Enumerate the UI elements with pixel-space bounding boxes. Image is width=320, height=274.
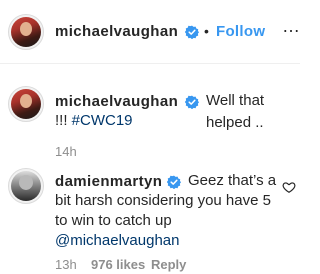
caption-timestamp[interactable]: 14h bbox=[55, 144, 77, 159]
header-avatar[interactable] bbox=[8, 14, 44, 50]
comment-username[interactable]: damienmartyn bbox=[55, 173, 162, 190]
reply-button[interactable]: Reply bbox=[151, 257, 186, 272]
header-username[interactable]: michaelvaughan bbox=[55, 23, 178, 40]
more-options-icon[interactable]: … bbox=[282, 16, 301, 37]
mention-link[interactable]: @michaelvaughan bbox=[55, 230, 179, 252]
heart-outline-icon[interactable] bbox=[282, 180, 296, 194]
follow-button[interactable]: Follow bbox=[216, 23, 265, 40]
separator-dot: • bbox=[204, 23, 209, 39]
hashtag-link[interactable]: #CWC19 bbox=[72, 112, 133, 129]
verified-badge-icon bbox=[185, 25, 199, 39]
post-header: michaelvaughan • Follow … bbox=[0, 0, 300, 64]
caption-username[interactable]: michaelvaughan bbox=[55, 93, 178, 110]
caption-text: Well that helped .. bbox=[206, 92, 265, 131]
avatar-image bbox=[11, 89, 41, 119]
avatar-image bbox=[11, 171, 41, 201]
verified-badge-icon bbox=[167, 175, 181, 189]
comment-text-line2: bit harsh considering you have 5 bbox=[55, 192, 271, 209]
comment-avatar[interactable] bbox=[8, 168, 44, 204]
caption-avatar[interactable] bbox=[8, 86, 44, 122]
caption-text-line2: !!! #CWC19 bbox=[55, 110, 133, 132]
comment-timestamp[interactable]: 13h bbox=[55, 257, 77, 272]
verified-badge-icon bbox=[185, 95, 199, 109]
comment-text-line3: to win to catch up bbox=[55, 212, 172, 229]
avatar-image bbox=[11, 17, 41, 47]
comment-text-line1: Geez that’s a bbox=[188, 172, 277, 189]
caption-punctuation: !!! bbox=[55, 112, 72, 129]
comment-like-count[interactable]: 976 likes bbox=[91, 257, 145, 272]
